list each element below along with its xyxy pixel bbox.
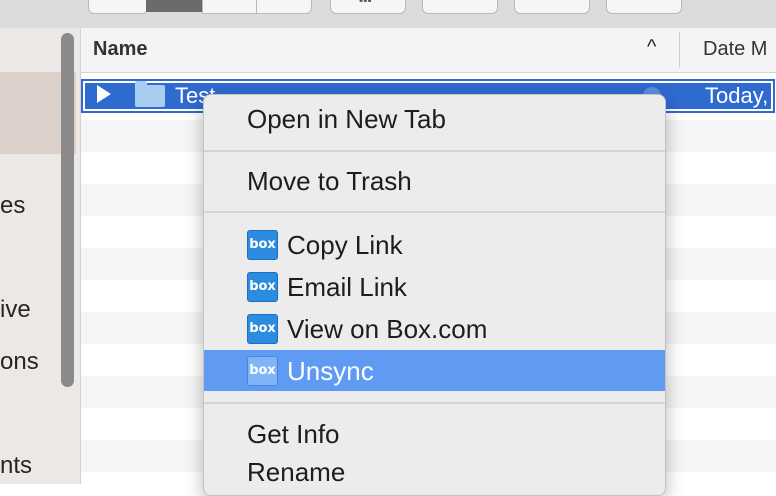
toolbar-arrange-button[interactable]: ▪▪▪	[330, 0, 406, 14]
sidebar-item-1[interactable]: es	[0, 192, 25, 220]
row-date-modified: Today,	[705, 83, 769, 108]
toolbar-tags-button[interactable]	[606, 0, 682, 14]
toolbar-view-button-3[interactable]	[202, 0, 258, 14]
toolbar-share-button[interactable]	[514, 0, 590, 14]
toolbar-view-button-1[interactable]	[88, 0, 148, 14]
name-column-header[interactable]: Name	[93, 38, 147, 61]
menu-item-email-link[interactable]: box Email Link	[204, 266, 665, 307]
menu-separator	[204, 150, 665, 152]
menu-item-label: Copy Link	[287, 230, 403, 260]
menu-item-copy-link[interactable]: box Copy Link	[204, 224, 665, 265]
menu-separator	[204, 211, 665, 213]
menu-item-label: Open in New Tab	[247, 104, 446, 134]
sidebar: es ive ons nts	[0, 28, 81, 484]
grid-icon: ▪▪▪	[359, 0, 372, 7]
menu-item-view-on-box[interactable]: box View on Box.com	[204, 308, 665, 349]
menu-item-label: Rename	[247, 457, 346, 487]
sidebar-item-4[interactable]: nts	[0, 452, 32, 480]
disclosure-triangle-icon[interactable]	[97, 85, 111, 103]
finder-toolbar: ▪▪▪	[0, 0, 776, 29]
sidebar-scrollbar[interactable]	[61, 33, 74, 387]
context-menu: Open in New Tab Move to Trash box Copy L…	[203, 94, 666, 496]
column-divider[interactable]	[679, 32, 680, 68]
menu-item-get-info[interactable]: Get Info	[204, 413, 665, 454]
menu-item-label: Move to Trash	[247, 166, 412, 196]
menu-item-label: Get Info	[247, 419, 340, 449]
sidebar-item-2[interactable]: ive	[0, 296, 31, 324]
menu-item-unsync[interactable]: box Unsync	[204, 350, 665, 391]
date-modified-column-header[interactable]: Date M	[703, 38, 767, 61]
menu-separator	[204, 402, 665, 404]
box-icon: box	[247, 272, 278, 302]
sort-ascending-icon[interactable]: ^	[647, 36, 656, 59]
column-header: Name ^ Date M	[81, 28, 776, 73]
menu-item-label: Email Link	[287, 272, 407, 302]
toolbar-action-button[interactable]	[422, 0, 498, 14]
menu-item-label: View on Box.com	[287, 314, 488, 344]
box-icon: box	[247, 356, 278, 386]
toolbar-view-button-selected[interactable]	[146, 0, 202, 12]
sidebar-item-3[interactable]: ons	[0, 348, 39, 376]
toolbar-view-button-4[interactable]	[256, 0, 312, 14]
menu-item-move-to-trash[interactable]: Move to Trash	[204, 160, 665, 201]
folder-icon	[135, 81, 165, 107]
menu-item-rename[interactable]: Rename	[204, 451, 665, 492]
menu-item-label: Unsync	[287, 356, 374, 386]
box-icon: box	[247, 314, 278, 344]
menu-item-open-in-new-tab[interactable]: Open in New Tab	[204, 98, 665, 139]
box-icon: box	[247, 230, 278, 260]
